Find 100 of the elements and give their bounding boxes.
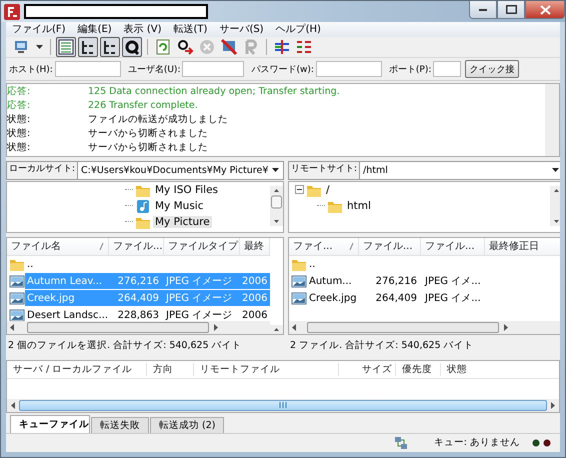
table-cell-text: Autumn Leav... [26,276,104,287]
menu-item[interactable]: 編集(E) [72,22,118,38]
image-file-icon [291,290,307,306]
dropdown-arrow-icon [552,168,559,172]
queue-icon[interactable] [122,37,142,58]
horizontal-scrollbar[interactable] [289,320,560,334]
column-header[interactable]: ファイル... [359,238,421,255]
table-cell-text: Creek.jpg [308,292,358,304]
column-header[interactable]: ファイル名 [7,238,109,255]
menu-item[interactable]: 表示 (V) [118,22,168,38]
process-queue-icon[interactable] [175,37,195,58]
column-header[interactable]: リモートファイル [194,362,339,376]
log-message: サーバから切断されました [88,127,208,140]
folder-name[interactable]: My ISO Files [153,184,220,196]
table-cell-text: JPEG イメージ [164,309,234,321]
log-type: 状態: [7,127,32,140]
queue-status: キュー: ありません [434,436,520,450]
folder-name[interactable]: / [324,184,332,196]
app-logo-icon [4,4,20,20]
dropdown-arrow-icon [272,168,279,172]
queue-tab[interactable]: キューファイル [10,414,90,433]
quick-connect-button[interactable]: クイック接 [465,60,520,78]
table-cell-text: 2006 [241,292,268,304]
field-label: ホスト(H): [9,64,53,76]
menu-item[interactable]: ヘルプ(H) [270,22,327,38]
site-label: ローカルサイト: [7,162,78,179]
input-field[interactable] [433,61,462,78]
table-cell-text: JPEG イメージ [164,292,234,306]
queue-tab[interactable]: 転送成功 (2) [150,416,224,433]
log-message: 125 Data connection already open; Transfer starting. [88,86,340,98]
grip-icon [279,402,287,408]
sort-icon [349,242,354,250]
close-icon [540,4,550,14]
image-file-icon [9,273,25,290]
network-icon [394,436,408,450]
left-arrow-icon[interactable] [291,324,297,331]
column-header[interactable]: サーバ / ローカルファイル [7,362,147,376]
path-dropdown[interactable]: C:¥Users¥kou¥Documents¥My Picture¥ [78,162,283,179]
input-field[interactable] [316,61,382,78]
input-field[interactable] [182,61,244,78]
folder-name[interactable]: My Music [153,200,206,212]
activity-lights-icon [532,438,552,447]
maximize-button[interactable] [497,1,525,19]
table-cell-text: 2006 [241,310,268,321]
image-file-icon [9,307,25,321]
table-cell-text: JPEG イメ... [424,292,482,306]
column-header[interactable]: ファイ... [289,238,359,255]
right-arrow-icon[interactable] [213,324,219,331]
tree-icon[interactable] [100,37,120,58]
left-arrow-icon[interactable] [10,402,16,409]
right-arrow-icon[interactable] [503,324,509,331]
column-header[interactable]: サイズ [339,362,396,376]
path-dropdown[interactable]: /html [360,162,560,179]
log-icon[interactable] [56,37,76,58]
queue-tab[interactable]: 転送失敗 [91,416,149,433]
table-cell-text: .. [26,258,34,270]
folder-name[interactable]: My Picture [153,216,212,228]
tree-icon[interactable] [78,37,98,58]
field-label: ポート(P): [388,64,432,76]
table-cell-text: 276,216 [374,276,418,287]
column-header[interactable]: 状態 [441,362,491,376]
column-header[interactable]: 優先度 [396,362,441,376]
menu-item[interactable]: ファイル(F) [6,22,72,38]
maximize-icon [506,5,516,14]
horizontal-scrollbar[interactable] [7,398,559,412]
column-header[interactable]: 最終 [240,238,270,255]
menu-item[interactable]: 転送(T) [168,22,214,38]
minimize-icon [479,8,487,10]
log-message: サーバから切断されました [88,141,208,154]
table-cell-text: JPEG イメ... [424,275,482,288]
log-message: ファイルの転送が成功しました [88,113,228,126]
table-cell-text: 264,409 [374,292,418,304]
menu-item[interactable]: サーバ(S) [213,22,270,38]
folder-name[interactable]: html [345,200,373,212]
dropdown-arrow-icon [36,45,43,50]
table-cell-text: Creek.jpg [26,292,76,304]
left-arrow-icon[interactable] [9,324,15,331]
table-cell-text: .. [308,258,316,270]
input-field[interactable] [54,61,121,78]
close-button[interactable] [525,1,565,19]
image-file-icon [9,290,25,306]
image-file-icon [291,273,307,290]
sort-icon [99,242,104,250]
table-cell-text: 228,863 [116,310,160,321]
site-label: リモートサイト: [289,162,360,179]
disconnect-icon[interactable] [219,37,239,58]
column-header[interactable]: ファイル... [109,238,164,255]
column-header[interactable]: ファイル... [421,238,485,255]
selection-status: 2 個のファイルを選択. 合計サイズ: 540,625 バイト [7,338,243,353]
right-arrow-icon[interactable] [550,402,556,409]
table-cell-text: 2006 [241,276,268,287]
field-label: パスワード(w): [251,64,314,76]
log-type: 状態: [7,113,32,126]
table-cell-text: Desert Landsc... [26,310,109,321]
log-message: 226 Transfer complete. [88,100,198,112]
field-label: ユーザ名(U): [128,64,180,76]
minimize-button[interactable] [469,1,497,19]
column-header[interactable]: 方向 [147,362,194,376]
column-header[interactable]: 最終修正日 [485,238,560,255]
column-header[interactable]: ファイルタイプ [164,238,240,255]
